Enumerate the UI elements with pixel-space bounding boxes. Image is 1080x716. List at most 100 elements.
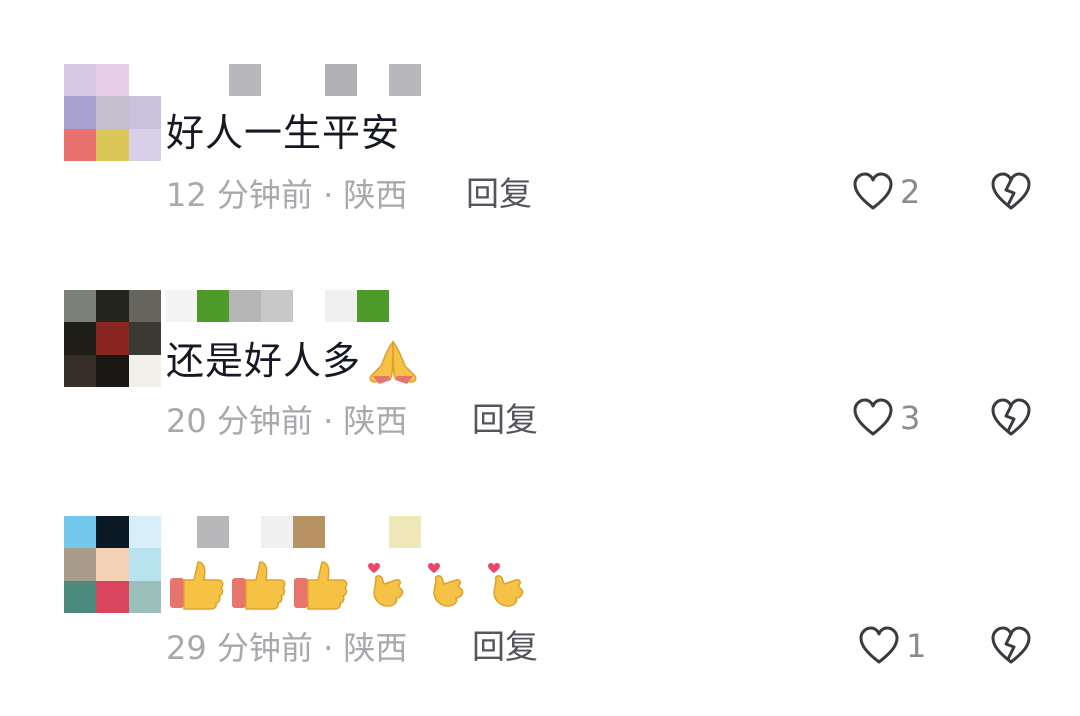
username-mosaic-block	[229, 290, 261, 322]
dislike-button[interactable]	[990, 398, 1032, 442]
avatar-pixel	[128, 516, 161, 549]
avatar-pixel	[96, 322, 129, 355]
username-mosaic-block	[261, 64, 293, 96]
comment-meta: 12 分钟前 · 陕西	[166, 175, 407, 215]
avatar-pixel	[128, 322, 161, 355]
username-mosaic-block	[229, 516, 261, 548]
comment-time: 29 分钟前	[166, 629, 313, 667]
comment-text-content: 还是好人多	[166, 339, 362, 383]
dislike-button[interactable]	[990, 172, 1032, 216]
dislike-button[interactable]	[990, 626, 1032, 670]
like-button[interactable]: 1	[858, 626, 926, 666]
avatar-pixel	[64, 290, 97, 323]
avatar-pixel	[64, 354, 97, 387]
username-mosaic-block	[357, 290, 389, 322]
comment-meta: 29 分钟前 · 陕西	[166, 628, 407, 668]
username-mosaic-block	[325, 516, 357, 548]
meta-separator: ·	[323, 629, 334, 667]
avatar[interactable]	[64, 516, 161, 613]
avatar-pixel	[64, 322, 97, 355]
avatar-pixel	[64, 516, 97, 549]
like-button[interactable]: 2	[852, 172, 920, 212]
username-mosaic-block	[261, 290, 293, 322]
meta-separator: ·	[323, 402, 334, 440]
comment-location: 陕西	[343, 402, 408, 440]
avatar[interactable]	[64, 64, 161, 161]
username-mosaic-block	[165, 516, 197, 548]
avatar-pixel	[96, 516, 129, 549]
avatar-pixel	[128, 128, 161, 161]
thumbs-up-emoji-icon	[170, 561, 224, 610]
username-mosaic-block	[261, 516, 293, 548]
comment-text: 还是好人多	[166, 336, 421, 386]
comment-time: 20 分钟前	[166, 402, 313, 440]
avatar-pixel	[64, 96, 97, 129]
username-mosaic-block	[389, 64, 421, 96]
avatar-pixel	[96, 548, 129, 581]
meta-separator: ·	[323, 176, 334, 214]
broken-heart-icon	[991, 398, 1031, 436]
username-mosaic-block	[197, 64, 229, 96]
like-count: 1	[906, 627, 927, 665]
heart-outline-icon	[853, 172, 893, 210]
username-mosaic-block	[293, 516, 325, 548]
avatar-pixel	[64, 128, 97, 161]
finger-heart-emoji-icon	[488, 563, 524, 607]
avatar-pixel	[128, 290, 161, 323]
heart-outline-icon	[859, 626, 899, 664]
username-mosaic-block	[325, 64, 357, 96]
finger-heart-emoji-icon	[428, 563, 464, 607]
username-mosaic-block	[357, 64, 389, 96]
reply-button[interactable]: 回复	[472, 627, 538, 667]
username[interactable]	[165, 516, 465, 548]
avatar-pixel	[64, 580, 97, 613]
comment-item: 还是好人多 20 分钟前 · 陕西 回复 3	[0, 290, 1080, 490]
reply-button[interactable]: 回复	[472, 400, 538, 440]
avatar-pixel	[96, 290, 129, 323]
username-mosaic-block	[325, 290, 357, 322]
username-mosaic-block	[357, 516, 389, 548]
avatar-pixel	[128, 580, 161, 613]
username-mosaic-block	[293, 64, 325, 96]
finger-heart-emoji-icon	[368, 563, 404, 607]
thumbs-up-emoji-icon	[232, 561, 286, 610]
comment-emoji-content	[168, 556, 530, 612]
avatar-pixel	[64, 64, 97, 97]
avatar-pixel	[96, 128, 129, 161]
username-mosaic-block	[389, 516, 421, 548]
username-mosaic-block	[197, 516, 229, 548]
username[interactable]	[165, 290, 465, 322]
username-mosaic-block	[293, 290, 325, 322]
comment-item: 好人一生平安 12 分钟前 · 陕西 回复 2	[0, 64, 1080, 264]
broken-heart-icon	[991, 172, 1031, 210]
username-mosaic-block	[165, 64, 197, 96]
username-mosaic-block	[165, 290, 197, 322]
avatar-pixel	[128, 548, 161, 581]
comment-time: 12 分钟前	[166, 176, 313, 214]
avatar-pixel	[128, 96, 161, 129]
reply-button[interactable]: 回复	[466, 174, 532, 214]
comment-meta: 20 分钟前 · 陕西	[166, 401, 407, 441]
avatar-pixel	[96, 354, 129, 387]
avatar-pixel	[96, 580, 129, 613]
like-button[interactable]: 3	[852, 398, 920, 438]
comment-text: 好人一生平安	[166, 111, 401, 155]
avatar-pixel	[128, 354, 161, 387]
comment-item: 29 分钟前 · 陕西 回复 1	[0, 516, 1080, 716]
avatar-pixel	[96, 64, 129, 97]
username-mosaic-block	[197, 290, 229, 322]
comment-location: 陕西	[343, 629, 408, 667]
avatar-pixel	[128, 64, 161, 97]
username-mosaic-block	[229, 64, 261, 96]
username[interactable]	[165, 64, 465, 96]
comment-location: 陕西	[343, 176, 408, 214]
avatar-pixel	[64, 548, 97, 581]
folded-hands-emoji-icon	[369, 340, 417, 384]
avatar-pixel	[96, 96, 129, 129]
like-count: 2	[900, 173, 921, 211]
heart-outline-icon	[853, 398, 893, 436]
avatar[interactable]	[64, 290, 161, 387]
like-count: 3	[900, 399, 921, 437]
thumbs-up-emoji-icon	[294, 561, 348, 610]
broken-heart-icon	[991, 626, 1031, 664]
